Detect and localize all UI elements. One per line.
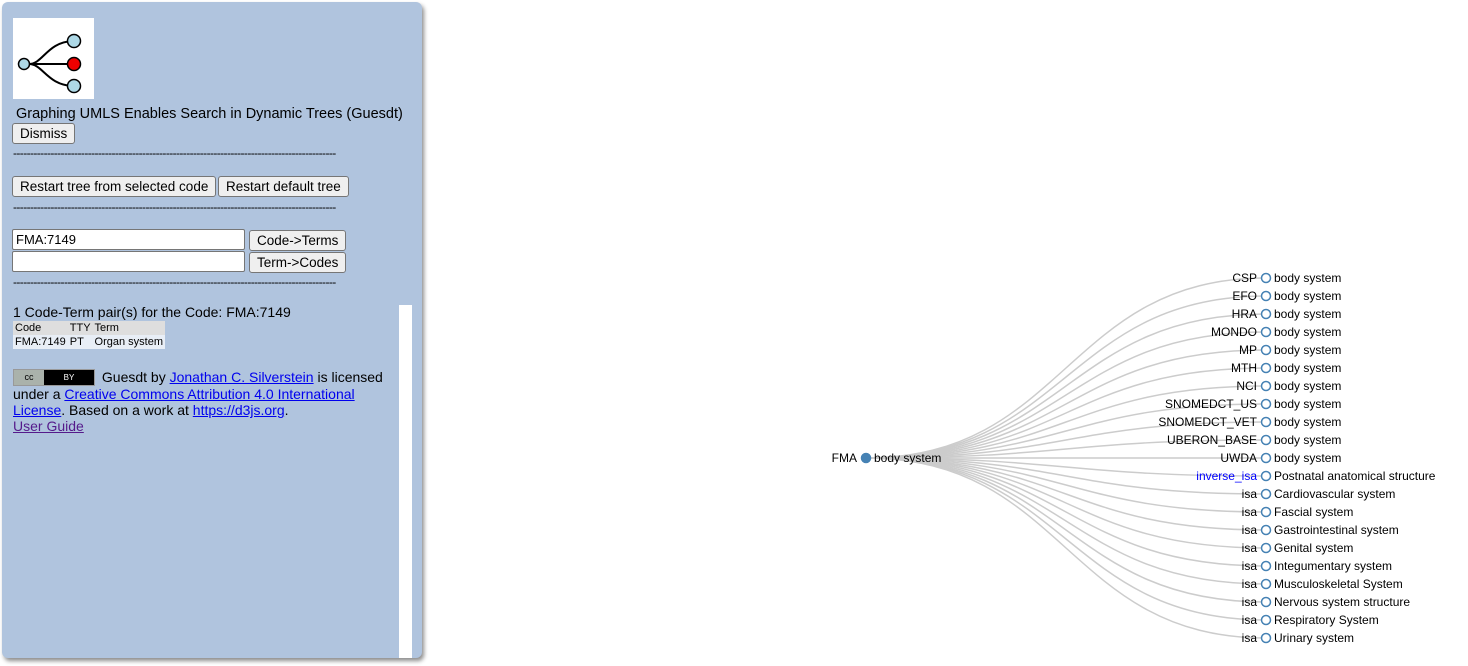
tree-node[interactable]: MONDO body system [1211, 325, 1341, 339]
node-term-label: Nervous system structure [1274, 595, 1410, 609]
tree-root-node[interactable]: FMA body system [832, 451, 942, 465]
node-circle[interactable] [1260, 362, 1272, 374]
node-term-label: Fascial system [1274, 505, 1353, 519]
node-circle[interactable] [1260, 416, 1272, 428]
node-term-label: body system [1274, 451, 1341, 465]
node-circle[interactable] [1260, 380, 1272, 392]
node-circle[interactable] [1260, 272, 1272, 284]
node-relation-label: MP [1239, 343, 1257, 357]
tree-node[interactable]: EFO body system [1232, 289, 1341, 303]
tree-node[interactable]: SNOMEDCT_VET body system [1158, 415, 1341, 429]
node-relation-label: EFO [1232, 289, 1257, 303]
node-relation-label: isa [1242, 559, 1258, 573]
node-circle[interactable] [1260, 308, 1272, 320]
node-relation-label: isa [1242, 505, 1258, 519]
node-relation-label: UWDA [1220, 451, 1257, 465]
tree-node[interactable]: UBERON_BASE body system [1167, 433, 1341, 447]
node-term-label: body system [1274, 415, 1341, 429]
node-term-label: body system [1274, 433, 1341, 447]
node-relation-label: MONDO [1211, 325, 1257, 339]
node-term-label: body system [1274, 361, 1341, 375]
tree-node[interactable]: NCI body system [1236, 379, 1341, 393]
node-term-label: Musculoskeletal System [1274, 577, 1403, 591]
node-term-label: Gastrointestinal system [1274, 523, 1399, 537]
node-circle[interactable] [1260, 470, 1272, 482]
node-term-label: body system [1274, 325, 1341, 339]
node-term-label: Respiratory System [1274, 613, 1379, 627]
node-relation-label: isa [1242, 523, 1258, 537]
node-circle[interactable] [1260, 398, 1272, 410]
node-circle[interactable] [1260, 524, 1272, 536]
node-circle[interactable] [1260, 560, 1272, 572]
tree-link [865, 403, 1267, 459]
tree-node[interactable]: isa Integumentary system [1242, 559, 1392, 573]
node-term-label: body system [1274, 289, 1341, 303]
node-circle[interactable] [1260, 452, 1272, 464]
node-term-label: body system [1274, 271, 1341, 285]
node-circle[interactable] [1260, 578, 1272, 590]
node-relation-label: SNOMEDCT_US [1165, 397, 1257, 411]
node-relation-label: isa [1242, 577, 1258, 591]
node-relation-label: isa [1242, 631, 1258, 645]
node-circle[interactable] [1260, 488, 1272, 500]
tree-node[interactable]: inverse_isa Postnatal anatomical structur… [1196, 469, 1435, 483]
code-tree: FMA body system CSP body system EFO body sy… [832, 271, 1436, 645]
tree-node[interactable]: isa Gastrointestinal system [1242, 523, 1399, 537]
node-term-label: Genital system [1274, 541, 1353, 555]
node-term-label: body system [1274, 379, 1341, 393]
node-relation-label: NCI [1236, 379, 1257, 393]
node-term-label: body system [1274, 307, 1341, 321]
node-relation-label: HRA [1232, 307, 1257, 321]
node-relation-label: isa [1242, 541, 1258, 555]
node-circle[interactable] [1260, 434, 1272, 446]
tree-node[interactable]: UWDA body system [1220, 451, 1341, 465]
node-circle[interactable] [1260, 632, 1272, 644]
root-term-label: body system [874, 451, 941, 465]
node-circle[interactable] [1260, 326, 1272, 338]
node-term-label: Postnatal anatomical structure [1274, 469, 1436, 483]
tree-node[interactable]: isa Respiratory System [1242, 613, 1379, 627]
node-relation-label: isa [1242, 487, 1258, 501]
tree-node[interactable]: MP body system [1239, 343, 1341, 357]
node-relation-label: MTH [1231, 361, 1257, 375]
node-relation-label: SNOMEDCT_VET [1158, 415, 1257, 429]
tree-node[interactable]: isa Musculoskeletal System [1242, 577, 1403, 591]
tree-node[interactable]: isa Cardiovascular system [1242, 487, 1396, 501]
tree-node[interactable]: isa Nervous system structure [1242, 595, 1411, 609]
tree-node[interactable]: MTH body system [1231, 361, 1341, 375]
node-circle[interactable] [1260, 290, 1272, 302]
node-circle[interactable] [1260, 614, 1272, 626]
node-relation-label: inverse_isa [1196, 469, 1257, 483]
node-term-label: body system [1274, 343, 1341, 357]
root-node-circle[interactable] [860, 452, 872, 464]
tree-node[interactable]: HRA body system [1232, 307, 1342, 321]
node-circle[interactable] [1260, 344, 1272, 356]
tree-node[interactable]: SNOMEDCT_US body system [1165, 397, 1341, 411]
node-relation-label: isa [1242, 595, 1258, 609]
node-term-label: Urinary system [1274, 631, 1354, 645]
node-circle[interactable] [1260, 542, 1272, 554]
node-relation-label: CSP [1232, 271, 1257, 285]
node-term-label: Integumentary system [1274, 559, 1392, 573]
root-source-label: FMA [832, 451, 857, 465]
node-relation-label: UBERON_BASE [1167, 433, 1257, 447]
node-circle[interactable] [1260, 506, 1272, 518]
tree-node[interactable]: CSP body system [1232, 271, 1341, 285]
node-term-label: body system [1274, 397, 1341, 411]
node-term-label: Cardiovascular system [1274, 487, 1395, 501]
node-circle[interactable] [1260, 596, 1272, 608]
node-relation-label: isa [1242, 613, 1258, 627]
tree-link [865, 457, 1267, 513]
